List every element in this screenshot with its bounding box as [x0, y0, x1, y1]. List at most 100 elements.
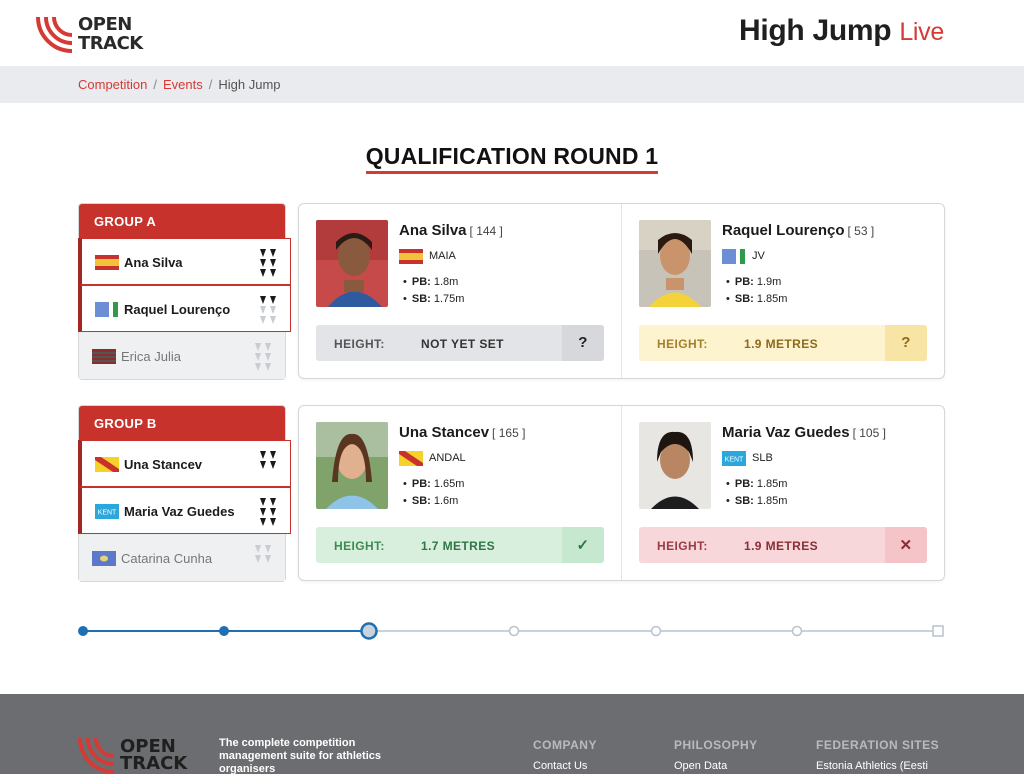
group-a-header[interactable]: GROUP A: [79, 204, 285, 238]
progress-step-4[interactable]: [508, 625, 520, 637]
check-icon[interactable]: ✓: [562, 527, 604, 563]
personal-best: 1.65m: [433, 478, 465, 490]
group-athlete-row[interactable]: Erica Julia: [79, 332, 285, 379]
footer-logo[interactable]: OPEN TRACK: [78, 734, 208, 774]
track-lanes-icon: [36, 16, 73, 53]
footer-column-company: COMPANY Contact Us: [533, 738, 597, 772]
group-athlete-row[interactable]: Ana Silva: [78, 238, 291, 285]
athlete-photo: [639, 422, 711, 509]
sb-label: SB:: [734, 293, 754, 305]
athlete-club: ANDAL: [429, 452, 466, 464]
attempt-markers: [260, 498, 280, 526]
sb-label: SB:: [411, 293, 431, 305]
progress-step-5[interactable]: [650, 625, 662, 637]
attempt-markers: [260, 451, 280, 479]
group-athlete-name: Una Stancev: [124, 457, 203, 472]
logo-line-2: TRACK: [78, 33, 143, 54]
group-athlete-name: Ana Silva: [124, 255, 183, 270]
group-b-header[interactable]: GROUP B: [79, 406, 285, 440]
season-best: 1.75m: [433, 293, 465, 305]
footer-heading: FEDERATION SITES: [816, 738, 940, 752]
blue-green-flag-icon: [722, 249, 745, 264]
progress-step-6[interactable]: [791, 625, 803, 637]
athlete-bib: [ 105 ]: [852, 426, 886, 440]
opentrack-logo[interactable]: OPEN TRACK: [36, 13, 156, 55]
group-athlete-row[interactable]: Raquel Lourenço: [78, 285, 291, 332]
yellow-red-diagonal-flag-icon: [95, 457, 119, 472]
height-value: 1.9 METRES: [744, 539, 819, 553]
personal-best: 1.9m: [756, 276, 782, 288]
athlete-stats: PB: 1.8m SB: 1.75m: [403, 274, 465, 308]
footer-column-philosophy: PHILOSOPHY Open Data: [674, 738, 758, 772]
athlete-card[interactable]: Una Stancev[ 165 ] ANDAL PB: 1.65m SB: 1…: [299, 406, 621, 580]
height-status-bar[interactable]: HEIGHT: 1.9 METRES ✕: [639, 527, 927, 563]
pb-label: PB:: [411, 478, 431, 490]
group-a-cards: Ana Silva[ 144 ] MAIA PB: 1.8m SB: 1.75m…: [298, 203, 945, 379]
height-status-bar[interactable]: HEIGHT: 1.9 METRES ?: [639, 325, 927, 361]
height-label: HEIGHT:: [334, 539, 385, 553]
attempt-markers: [260, 296, 280, 324]
attempt-markers: [255, 545, 275, 573]
round-progress-stepper: [78, 622, 944, 640]
kent-flag-text: KENT: [725, 457, 744, 464]
personal-best: 1.8m: [433, 276, 459, 288]
height-status-bar[interactable]: HEIGHT: NOT YET SET ?: [316, 325, 604, 361]
cross-icon[interactable]: ✕: [885, 527, 927, 563]
attempt-markers: [260, 249, 280, 277]
question-icon[interactable]: ?: [885, 325, 927, 361]
group-athlete-name: Erica Julia: [121, 349, 181, 364]
group-a-panel: GROUP A Ana Silva Raquel Lourenço Erica …: [78, 203, 291, 380]
athlete-club: SLB: [752, 452, 773, 464]
footer-link-open-data[interactable]: Open Data: [674, 760, 758, 772]
footer-tagline: The complete competition management suit…: [219, 737, 381, 774]
group-athlete-name: Maria Vaz Guedes: [124, 504, 235, 519]
athlete-photo: [316, 422, 388, 509]
athlete-photo: [639, 220, 711, 307]
athlete-name: Raquel Lourenço: [722, 222, 845, 239]
group-b-cards: Una Stancev[ 165 ] ANDAL PB: 1.65m SB: 1…: [298, 405, 945, 581]
athlete-card[interactable]: Raquel Lourenço[ 53 ] JV PB: 1.9m SB: 1.…: [622, 204, 944, 378]
track-lanes-icon: [78, 737, 115, 774]
breadcrumb: Competition / Events / High Jump: [78, 77, 281, 92]
page-title: High Jump Live: [739, 14, 944, 48]
height-value: 1.9 METRES: [744, 337, 819, 351]
athlete-card[interactable]: Ana Silva[ 144 ] MAIA PB: 1.8m SB: 1.75m…: [299, 204, 621, 378]
logo-line-1: OPEN: [78, 14, 132, 35]
breadcrumb-separator: /: [208, 77, 213, 92]
spain-flag-icon: [95, 255, 119, 270]
athlete-bib: [ 144 ]: [469, 224, 503, 238]
site-header: OPEN TRACK High Jump Live: [0, 0, 1024, 66]
question-icon[interactable]: ?: [562, 325, 604, 361]
kent-flag-icon: KENT: [722, 451, 746, 466]
group-athlete-row[interactable]: Catarina Cunha: [79, 534, 285, 581]
personal-best: 1.85m: [756, 478, 788, 490]
group-athlete-row[interactable]: Una Stancev: [78, 440, 291, 487]
season-best: 1.85m: [756, 293, 788, 305]
breadcrumb-separator: /: [153, 77, 157, 92]
pb-label: PB:: [734, 478, 754, 490]
yellow-red-diagonal-flag-icon: [399, 451, 423, 466]
progress-step-1[interactable]: [78, 626, 88, 636]
height-value: NOT YET SET: [421, 337, 504, 351]
breadcrumb-competition[interactable]: Competition: [78, 77, 147, 92]
blue-green-flag-icon: [95, 302, 118, 317]
footer-link-estonia-athletics[interactable]: Estonia Athletics (Eesti: [816, 760, 939, 772]
breadcrumb-events[interactable]: Events: [163, 77, 203, 92]
group-athlete-row[interactable]: KENT Maria Vaz Guedes: [78, 487, 291, 534]
group-athlete-name: Catarina Cunha: [121, 551, 213, 566]
progress-step-2[interactable]: [219, 626, 229, 636]
page-title-text: High Jump: [738, 14, 892, 47]
progress-step-final[interactable]: [932, 625, 944, 637]
athlete-club: JV: [752, 250, 765, 262]
athlete-card[interactable]: Maria Vaz Guedes[ 105 ] KENT SLB PB: 1.8…: [622, 406, 944, 580]
height-label: HEIGHT:: [334, 337, 385, 351]
group-athlete-name: Raquel Lourenço: [124, 302, 231, 317]
height-status-bar[interactable]: HEIGHT: 1.7 METRES ✓: [316, 527, 604, 563]
footer-link-contact[interactable]: Contact Us: [533, 760, 597, 772]
progress-step-3-current[interactable]: [360, 622, 378, 640]
kent-flag-icon: KENT: [95, 504, 119, 519]
season-best: 1.6m: [433, 495, 459, 507]
round-title: QUALIFICATION ROUND 1: [365, 143, 659, 174]
pb-label: PB:: [734, 276, 754, 288]
athlete-stats: PB: 1.85m SB: 1.85m: [726, 476, 788, 510]
